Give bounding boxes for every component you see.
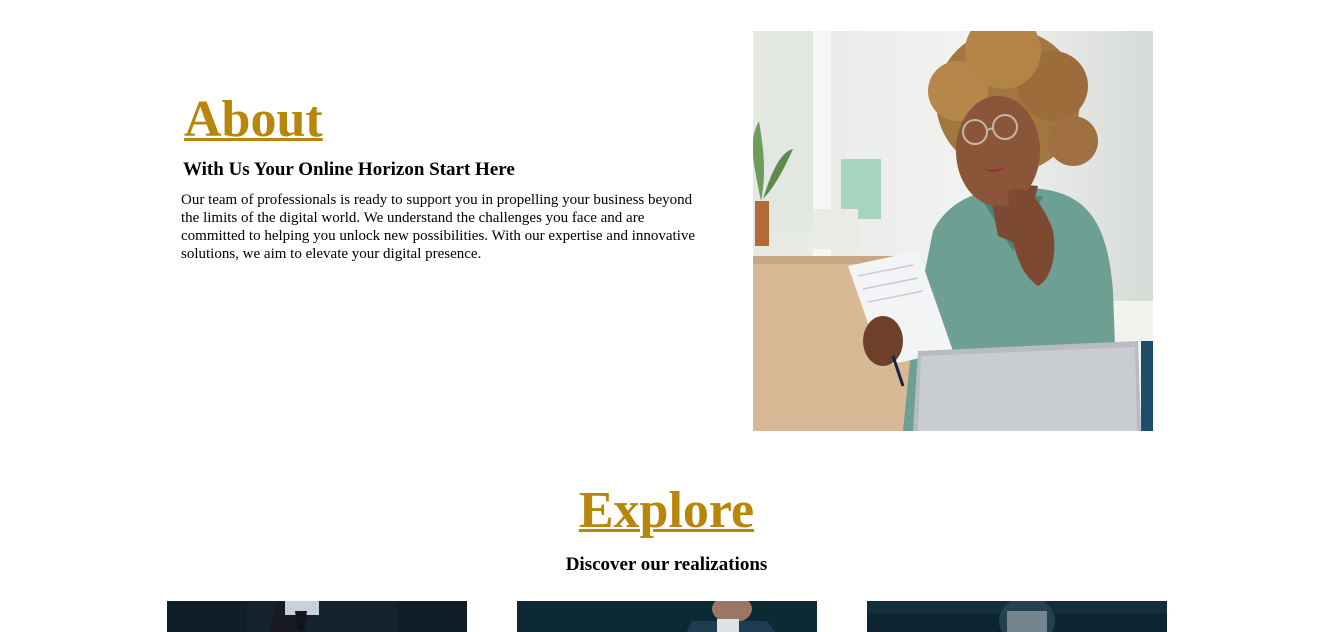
realization-card-2[interactable] [517,601,817,632]
about-photo [753,31,1153,431]
explore-heading: Explore [0,481,1333,541]
about-section: About With Us Your Online Horizon Start … [181,90,711,263]
about-description: Our team of professionals is ready to su… [181,192,696,262]
explore-heading-link[interactable]: Explore [579,482,754,539]
page: About With Us Your Online Horizon Start … [0,0,1333,632]
explore-subtitle: Discover our realizations [565,554,768,575]
realization-card-1[interactable] [167,601,467,632]
realization-card-3[interactable] [867,601,1167,632]
about-subtitle: With Us Your Online Horizon Start Here [183,159,515,180]
about-heading-link[interactable]: About [184,90,323,150]
